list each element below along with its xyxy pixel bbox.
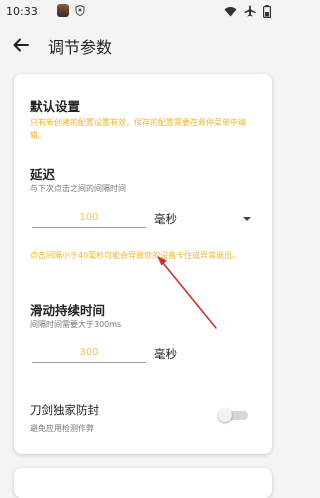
anti-detect-title: 刀剑独家防封 bbox=[30, 403, 99, 417]
settings-card: 默认设置 只有新创建的配置设置有效，保存的配置需要在悬停菜单中编辑。 延迟 与下… bbox=[14, 74, 272, 454]
wifi-icon bbox=[224, 6, 237, 17]
app-bar: 调节参数 bbox=[0, 28, 289, 62]
status-bar: 10:33 bbox=[0, 0, 289, 24]
status-time: 10:33 bbox=[6, 5, 38, 18]
delay-title: 延迟 bbox=[30, 167, 56, 182]
anti-detect-subtitle: 避免应用检测作弊 bbox=[30, 424, 94, 433]
arrow-back-icon[interactable] bbox=[10, 34, 32, 56]
status-icons bbox=[224, 4, 271, 18]
default-settings-title: 默认设置 bbox=[30, 99, 81, 114]
swipe-duration-input[interactable]: 300 bbox=[32, 344, 146, 363]
swipe-duration-title: 滑动持续时间 bbox=[30, 303, 106, 318]
shield-icon bbox=[75, 5, 85, 16]
airplane-icon bbox=[244, 5, 256, 17]
delay-subtitle: 与下次点击之间的间隔时间 bbox=[30, 184, 126, 193]
dropdown-arrow-icon[interactable] bbox=[243, 217, 251, 221]
default-settings-note: 只有新创建的配置设置有效，保存的配置需要在悬停菜单中编辑。 bbox=[30, 118, 246, 140]
swipe-duration-unit: 毫秒 bbox=[154, 347, 177, 361]
toggle-thumb bbox=[218, 408, 232, 422]
battery-icon bbox=[263, 4, 271, 18]
swipe-duration-subtitle: 间隔时间需要大于300ms bbox=[30, 320, 122, 329]
anti-detect-toggle[interactable] bbox=[218, 408, 252, 422]
next-settings-card bbox=[14, 468, 272, 498]
delay-unit-select[interactable]: 毫秒 bbox=[154, 211, 177, 227]
delay-input[interactable]: 100 bbox=[32, 209, 146, 228]
avatar-icon bbox=[57, 4, 69, 17]
page-title: 调节参数 bbox=[48, 38, 113, 57]
delay-warning: 点击间隔小于40毫秒可能会导致您的设备卡住或异常退出。 bbox=[30, 251, 241, 260]
